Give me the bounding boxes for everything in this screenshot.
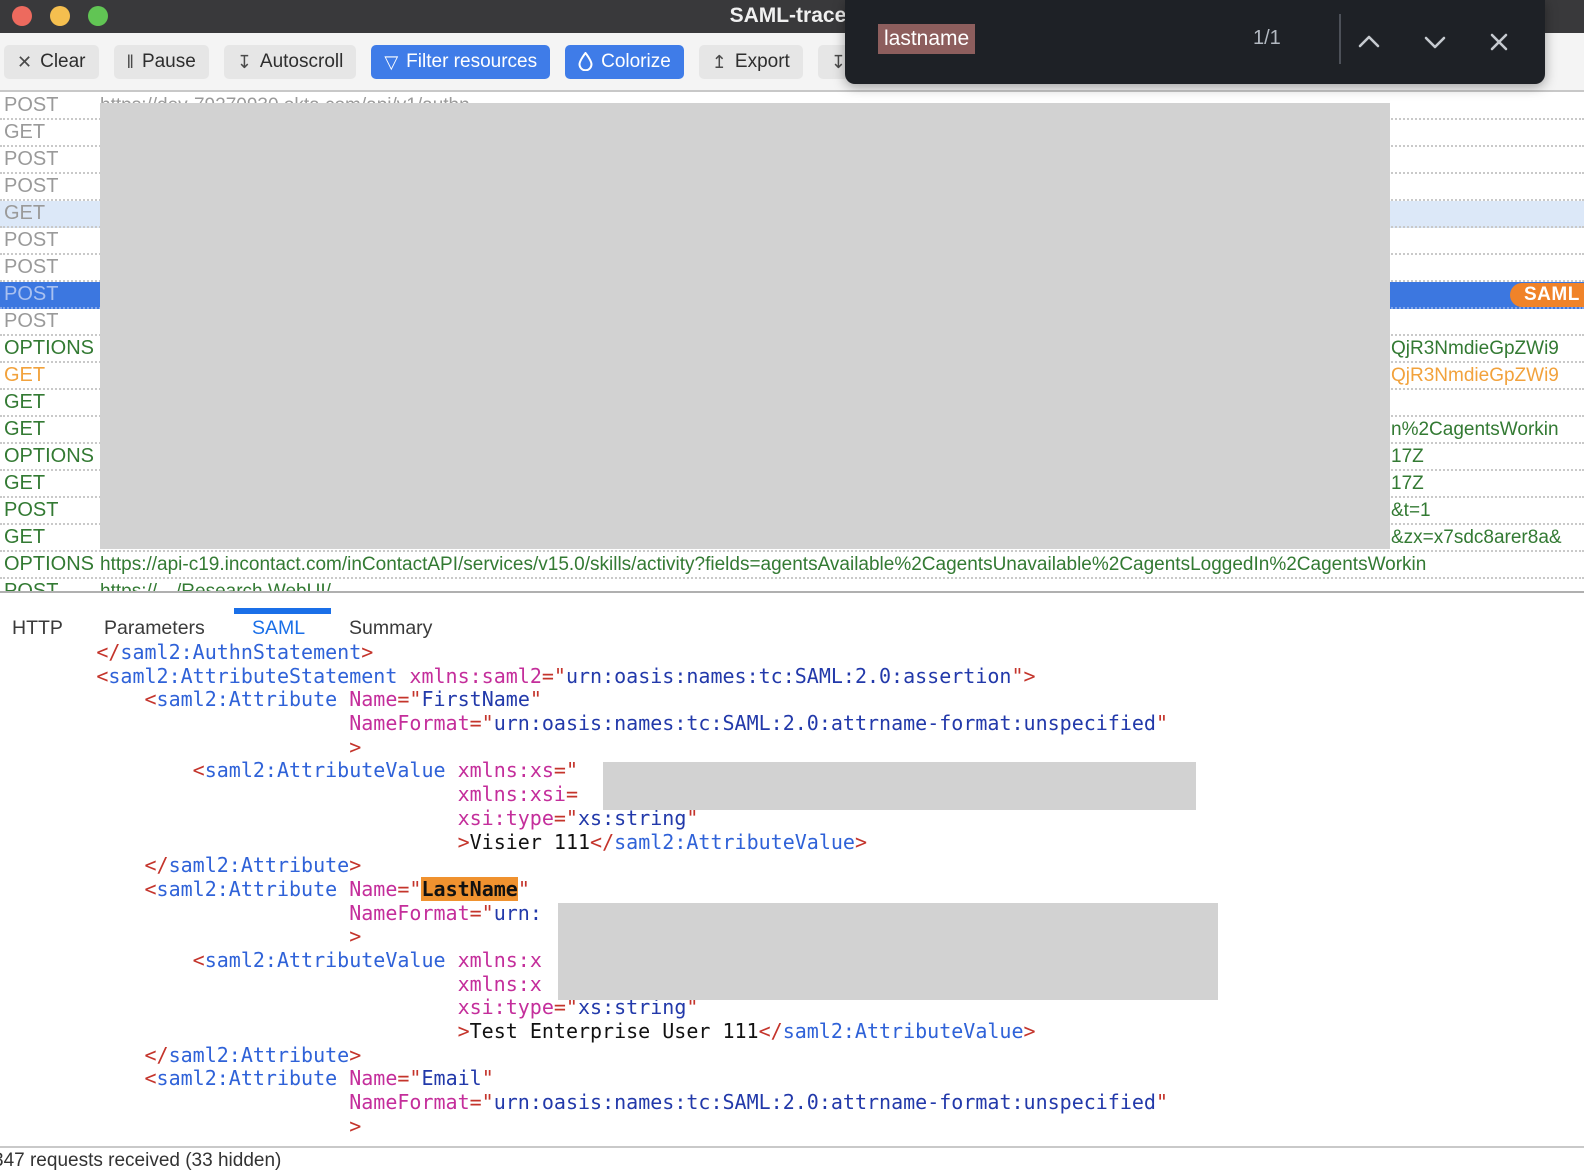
close-icon xyxy=(1481,24,1517,60)
find-bar-divider xyxy=(1339,14,1341,64)
method-label: POST xyxy=(4,282,58,307)
method-label: POST xyxy=(4,309,58,334)
redaction-box xyxy=(603,762,1196,810)
button-label: Filter resources xyxy=(406,51,537,73)
xml-line: xsi:type="xs:string" xyxy=(0,807,1584,831)
tab-saml[interactable]: SAML xyxy=(252,617,305,640)
xml-line: > xyxy=(0,736,1584,760)
method-label: OPTIONS xyxy=(4,552,94,577)
active-tab-indicator xyxy=(234,608,331,614)
find-input[interactable]: lastname xyxy=(878,24,975,54)
url-fragment: 17Z xyxy=(1391,444,1424,469)
url-fragment: QjR3NmdieGpZWi9 xyxy=(1391,363,1559,388)
url-fragment: &zx=x7sdc8arer8a& xyxy=(1391,525,1562,550)
find-close-button[interactable] xyxy=(1481,24,1517,60)
request-row[interactable]: OPTIONShttps://api-c19.incontact.com/inC… xyxy=(0,552,1584,579)
find-bar: lastname 1/1 xyxy=(845,0,1545,84)
xml-line: >Visier 111</saml2:AttributeValue> xyxy=(0,831,1584,855)
droplet-icon xyxy=(578,52,593,71)
url-fragment: 17Z xyxy=(1391,471,1424,496)
xml-line: <saml2:Attribute Name="LastName" xyxy=(0,878,1584,902)
url-fragment: &t=1 xyxy=(1391,498,1431,523)
method-label: POST xyxy=(4,255,58,280)
method-label: POST xyxy=(4,147,58,172)
method-label: GET xyxy=(4,120,45,145)
saml-xml-view: </saml2:AuthnStatement> <saml2:Attribute… xyxy=(0,641,1584,1144)
method-label: POST xyxy=(4,93,58,118)
tab-http[interactable]: HTTP xyxy=(12,617,63,640)
funnel-icon: ▽ xyxy=(384,53,398,71)
request-url: https://api-c19.incontact.com/inContactA… xyxy=(100,552,1426,577)
saml-tracer-window: SAML-tracer ✕Clear‖Pause↧Autoscroll▽Filt… xyxy=(0,0,1584,1174)
find-previous-button[interactable] xyxy=(1351,24,1387,60)
xml-line: </saml2:Attribute> xyxy=(0,854,1584,878)
button-label: Autoscroll xyxy=(260,51,343,73)
button-label: Clear xyxy=(40,51,85,73)
colorize-button[interactable]: Colorize xyxy=(565,45,684,79)
redaction-box xyxy=(558,903,1218,1000)
xml-line: NameFormat="urn:oasis:names:tc:SAML:2.0:… xyxy=(0,1091,1584,1115)
filter-resources-button[interactable]: ▽ Filter resources xyxy=(371,45,550,79)
method-label: GET xyxy=(4,363,45,388)
redaction-box xyxy=(100,103,1390,549)
method-label: OPTIONS xyxy=(4,444,94,469)
method-label: GET xyxy=(4,417,45,442)
pause-button[interactable]: ‖ Pause xyxy=(114,45,209,79)
method-label: POST xyxy=(4,174,58,199)
download-icon: ↧ xyxy=(237,53,252,71)
request-count-label: 347 requests received (33 hidden) xyxy=(0,1150,281,1172)
tab-summary[interactable]: Summary xyxy=(349,617,432,640)
saml-badge: SAML xyxy=(1510,283,1584,307)
export-button[interactable]: ↥ Export xyxy=(699,45,803,79)
method-label: GET xyxy=(4,525,45,550)
clear-icon: ✕ xyxy=(17,53,32,71)
chevron-up-icon xyxy=(1351,24,1387,60)
xml-line: > xyxy=(0,1115,1584,1139)
button-label: Export xyxy=(735,51,790,73)
status-bar: 347 requests received (33 hidden) xyxy=(0,1146,1584,1174)
search-highlight: LastName xyxy=(421,877,517,901)
chevron-down-icon xyxy=(1417,24,1453,60)
pause-icon: ‖ xyxy=(127,53,134,71)
xml-line: <saml2:Attribute Name="FirstName" xyxy=(0,688,1584,712)
method-label: GET xyxy=(4,201,45,226)
clear-button[interactable]: ✕ Clear xyxy=(4,45,99,79)
autoscroll-button[interactable]: ↧ Autoscroll xyxy=(224,45,357,79)
xml-line: NameFormat="urn:oasis:names:tc:SAML:2.0:… xyxy=(0,712,1584,736)
request-url: https://…/Research WebUI/… xyxy=(100,579,350,591)
method-label: POST xyxy=(4,579,58,591)
find-next-button[interactable] xyxy=(1417,24,1453,60)
xml-line: </saml2:Attribute> xyxy=(0,1044,1584,1068)
button-label: Pause xyxy=(142,51,196,73)
button-label: Colorize xyxy=(601,51,671,73)
method-label: POST xyxy=(4,498,58,523)
import-icon: ↧ xyxy=(831,53,846,71)
droplet-icon xyxy=(578,52,593,71)
method-label: POST xyxy=(4,228,58,253)
tab-parameters[interactable]: Parameters xyxy=(104,617,205,640)
url-fragment: QjR3NmdieGpZWi9 xyxy=(1391,336,1559,361)
xml-line: <saml2:Attribute Name="Email" xyxy=(0,1067,1584,1091)
find-match-counter: 1/1 xyxy=(1253,27,1281,50)
url-fragment: n%2CagentsWorkin xyxy=(1391,417,1559,442)
method-label: OPTIONS xyxy=(4,336,94,361)
method-label: GET xyxy=(4,471,45,496)
request-row[interactable]: POST https://…/Research WebUI/… xyxy=(0,579,1584,591)
upload-icon: ↥ xyxy=(712,53,727,71)
xml-line: >Test Enterprise User 111</saml2:Attribu… xyxy=(0,1020,1584,1044)
method-label: GET xyxy=(4,390,45,415)
xml-line: </saml2:AuthnStatement> xyxy=(0,641,1584,665)
detail-tab-bar: HTTP Parameters SAML Summary xyxy=(0,593,1584,647)
xml-line: <saml2:AttributeStatement xmlns:saml2="u… xyxy=(0,665,1584,689)
